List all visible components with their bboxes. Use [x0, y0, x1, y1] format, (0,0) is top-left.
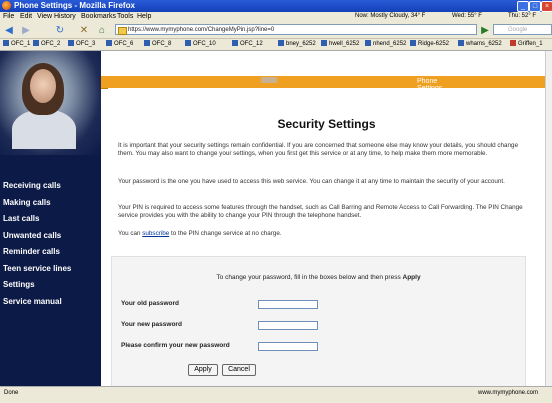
header-photo [0, 51, 101, 155]
navigation-toolbar: ◀ ▶ ↻ ✕ ⌂ https://www.mymyphone.com/Chan… [0, 22, 552, 39]
weather-wed[interactable]: Wed: 55° F [452, 13, 482, 19]
sidebar: Receiving calls Making calls Last calls … [0, 51, 101, 386]
bookmark-icon [3, 40, 9, 46]
bookmark-item[interactable]: OFC_10 [185, 40, 216, 47]
minimize-button[interactable]: _ [517, 1, 529, 12]
lock-icon [118, 27, 127, 35]
sidebar-item-teen-service-lines[interactable]: Teen service lines [0, 261, 101, 278]
search-placeholder: Google [508, 27, 528, 33]
new-password-field[interactable] [258, 321, 318, 330]
status-text: Done [4, 390, 19, 396]
intro-paragraph: It is important that your security setti… [118, 142, 519, 157]
bookmark-item[interactable]: OFC_12 [232, 40, 263, 47]
bookmark-icon [458, 40, 464, 46]
confirm-password-label: Please confirm your new password [121, 342, 230, 349]
bookmark-item[interactable]: OFC_1 [3, 40, 30, 47]
bookmark-item[interactable]: whams_6252 [458, 40, 502, 47]
home-icon[interactable]: ⌂ [96, 25, 108, 36]
bookmarks-toolbar: OFC_1 OFC_2 OFC_3 OFC_6 OFC_8 OFC_10 OFC… [0, 39, 552, 51]
bookmark-icon [33, 40, 39, 46]
bookmark-icon [232, 40, 238, 46]
sidebar-item-reminder-calls[interactable]: Reminder calls [0, 244, 101, 261]
bookmark-item[interactable]: hwell_6252 [321, 40, 359, 47]
confirm-password-field[interactable] [258, 342, 318, 351]
window-title: Phone Settings - Mozilla Firefox [14, 1, 135, 10]
sidebar-item-service-manual[interactable]: Service manual [0, 294, 101, 311]
pin-paragraph: Your PIN is required to access some feat… [118, 204, 523, 219]
redacted-number [261, 77, 277, 83]
bookmark-icon [68, 40, 74, 46]
sidebar-item-last-calls[interactable]: Last calls [0, 211, 101, 228]
bookmark-icon [106, 40, 112, 46]
menu-tools[interactable]: Tools [117, 13, 133, 20]
bookmark-item[interactable]: OFC_3 [68, 40, 95, 47]
stop-icon[interactable]: ✕ [78, 25, 90, 36]
window-titlebar: Phone Settings - Mozilla Firefox _ □ × [0, 0, 552, 12]
sidebar-nav: Receiving calls Making calls Last calls … [0, 178, 101, 310]
bookmark-icon [321, 40, 327, 46]
weather-now[interactable]: Now: Mostly Cloudy, 34° F [355, 13, 425, 19]
menu-view[interactable]: View [37, 13, 52, 20]
bookmark-icon [278, 40, 284, 46]
new-password-label: Your new password [121, 321, 182, 328]
password-form: To change your password, fill in the box… [111, 256, 526, 387]
back-icon[interactable]: ◀ [3, 25, 15, 36]
go-icon[interactable]: ▶ [479, 25, 491, 36]
old-password-field[interactable] [258, 300, 318, 309]
menu-file[interactable]: File [3, 13, 14, 20]
subscribe-paragraph: You can subscribe to the PIN change serv… [118, 230, 282, 237]
status-domain: www.mymyphone.com [478, 390, 539, 396]
menu-bookmarks[interactable]: Bookmarks [81, 13, 116, 20]
apply-button[interactable]: Apply [188, 364, 218, 376]
bookmark-item[interactable]: OFC_6 [106, 40, 133, 47]
bookmark-icon [410, 40, 416, 46]
bookmark-item[interactable]: Griffen_1 [510, 40, 543, 47]
menu-help[interactable]: Help [137, 13, 151, 20]
weather-thu[interactable]: Thu: 52° F [508, 13, 536, 19]
subscribe-link[interactable]: subscribe [142, 230, 169, 237]
password-paragraph: Your password is the one you have used t… [118, 178, 505, 185]
bookmark-icon [365, 40, 371, 46]
cancel-button[interactable]: Cancel [222, 364, 256, 376]
old-password-label: Your old password [121, 300, 180, 307]
address-url: https://www.mymyphone.com/ChangeMyPin.js… [128, 27, 275, 33]
menu-edit[interactable]: Edit [20, 13, 32, 20]
bookmark-item[interactable]: nhend_6252 [365, 40, 406, 47]
reload-icon[interactable]: ↻ [54, 25, 66, 36]
forward-icon[interactable]: ▶ [20, 25, 32, 36]
bookmark-item[interactable]: Ridge-6252 [410, 40, 449, 47]
sidebar-item-unwanted-calls[interactable]: Unwanted calls [0, 228, 101, 245]
sidebar-item-receiving-calls[interactable]: Receiving calls [0, 178, 101, 195]
bookmark-icon [510, 40, 516, 46]
search-input[interactable]: Google [493, 24, 552, 35]
status-bar: Done www.mymyphone.com [0, 386, 552, 403]
form-intro: To change your password, fill in the box… [216, 274, 421, 281]
banner-text: Phone Settings for 309-667- [259, 77, 442, 106]
address-bar[interactable]: https://www.mymyphone.com/ChangeMyPin.js… [115, 24, 477, 35]
menu-bar: File Edit View History Bookmarks Tools H… [0, 12, 552, 22]
firefox-icon [2, 1, 11, 10]
bookmark-icon [185, 40, 191, 46]
bookmark-item[interactable]: bney_6252 [278, 40, 316, 47]
bookmark-item[interactable]: OFC_8 [144, 40, 171, 47]
maximize-button[interactable]: □ [529, 1, 541, 12]
sidebar-item-settings[interactable]: Settings [0, 277, 101, 294]
bookmark-item[interactable]: OFC_2 [33, 40, 60, 47]
close-button[interactable]: × [541, 1, 552, 12]
page-title: Security Settings [277, 117, 376, 131]
bookmark-icon [144, 40, 150, 46]
sidebar-item-making-calls[interactable]: Making calls [0, 195, 101, 212]
page-scrollbar[interactable] [545, 51, 552, 386]
menu-history[interactable]: History [54, 13, 76, 20]
